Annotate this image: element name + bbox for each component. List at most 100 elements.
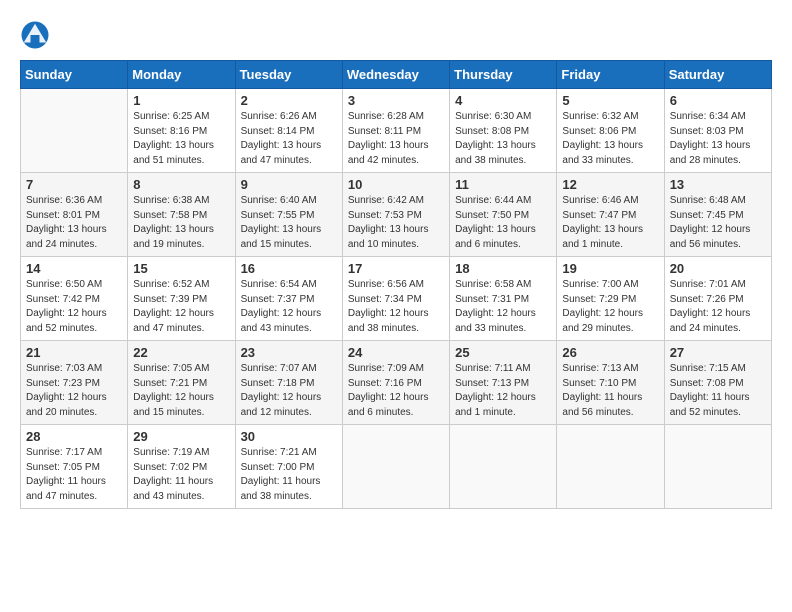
day-detail: Sunrise: 6:36 AM Sunset: 8:01 PM Dayligh… [26, 194, 122, 252]
day-number: 17 [348, 261, 444, 276]
calendar-cell [342, 425, 449, 509]
day-detail: Sunrise: 6:52 AM Sunset: 7:39 PM Dayligh… [133, 278, 229, 336]
day-number: 7 [26, 177, 122, 192]
day-number: 30 [241, 429, 337, 444]
day-detail: Sunrise: 7:11 AM Sunset: 7:13 PM Dayligh… [455, 362, 551, 420]
calendar-cell: 24Sunrise: 7:09 AM Sunset: 7:16 PM Dayli… [342, 341, 449, 425]
calendar-cell: 12 Sunrise: 6:46 AM Sunset: 7:47 PM Dayli… [557, 173, 664, 257]
day-detail: Sunrise: 7:15 AM Sunset: 7:08 PM Dayligh… [670, 362, 766, 420]
calendar-cell: 19Sunrise: 7:00 AM Sunset: 7:29 PM Dayli… [557, 257, 664, 341]
day-detail: Sunrise: 6:42 AM Sunset: 7:53 PM Dayligh… [348, 194, 444, 252]
calendar-cell: 4Sunrise: 6:30 AM Sunset: 8:08 PM Daylig… [450, 89, 557, 173]
calendar-cell: 5 Sunrise: 6:32 AM Sunset: 8:06 PM Daylig… [557, 89, 664, 173]
calendar-cell: 2 Sunrise: 6:26 AM Sunset: 8:14 PM Daylig… [235, 89, 342, 173]
day-number: 24 [348, 345, 444, 360]
calendar-cell: 7 Sunrise: 6:36 AM Sunset: 8:01 PM Daylig… [21, 173, 128, 257]
calendar-cell: 27 Sunrise: 7:15 AM Sunset: 7:08 PM Dayli… [664, 341, 771, 425]
day-number: 10 [348, 177, 444, 192]
calendar-cell [664, 425, 771, 509]
day-number: 23 [241, 345, 337, 360]
calendar-cell: 28 Sunrise: 7:17 AM Sunset: 7:05 PM Dayli… [21, 425, 128, 509]
day-number: 1 [133, 93, 229, 108]
day-detail: Sunrise: 6:56 AM Sunset: 7:34 PM Dayligh… [348, 278, 444, 336]
day-detail: Sunrise: 7:21 AM Sunset: 7:00 PM Dayligh… [241, 446, 337, 504]
day-detail: Sunrise: 6:32 AM Sunset: 8:06 PM Dayligh… [562, 110, 658, 168]
day-number: 2 [241, 93, 337, 108]
day-detail: Sunrise: 7:07 AM Sunset: 7:18 PM Dayligh… [241, 362, 337, 420]
day-number: 26 [562, 345, 658, 360]
day-number: 16 [241, 261, 337, 276]
col-header-monday: Monday [128, 61, 235, 89]
day-detail: Sunrise: 7:13 AM Sunset: 7:10 PM Dayligh… [562, 362, 658, 420]
calendar-cell: 25 Sunrise: 7:11 AM Sunset: 7:13 PM Dayli… [450, 341, 557, 425]
calendar-cell: 16 Sunrise: 6:54 AM Sunset: 7:37 PM Dayli… [235, 257, 342, 341]
calendar-cell: 1Sunrise: 6:25 AM Sunset: 8:16 PM Daylig… [128, 89, 235, 173]
week-row-2: 7 Sunrise: 6:36 AM Sunset: 8:01 PM Daylig… [21, 173, 772, 257]
calendar-cell: 26 Sunrise: 7:13 AM Sunset: 7:10 PM Dayli… [557, 341, 664, 425]
day-detail: Sunrise: 6:44 AM Sunset: 7:50 PM Dayligh… [455, 194, 551, 252]
day-number: 28 [26, 429, 122, 444]
day-detail: Sunrise: 7:01 AM Sunset: 7:26 PM Dayligh… [670, 278, 766, 336]
calendar-cell: 10 Sunrise: 6:42 AM Sunset: 7:53 PM Dayli… [342, 173, 449, 257]
day-detail: Sunrise: 6:26 AM Sunset: 8:14 PM Dayligh… [241, 110, 337, 168]
calendar-cell: 17 Sunrise: 6:56 AM Sunset: 7:34 PM Dayli… [342, 257, 449, 341]
day-detail: Sunrise: 6:46 AM Sunset: 7:47 PM Dayligh… [562, 194, 658, 252]
calendar-cell: 29Sunrise: 7:19 AM Sunset: 7:02 PM Dayli… [128, 425, 235, 509]
day-detail: Sunrise: 6:58 AM Sunset: 7:31 PM Dayligh… [455, 278, 551, 336]
calendar-cell: 9 Sunrise: 6:40 AM Sunset: 7:55 PM Daylig… [235, 173, 342, 257]
week-row-4: 21 Sunrise: 7:03 AM Sunset: 7:23 PM Dayli… [21, 341, 772, 425]
calendar-cell: 22 Sunrise: 7:05 AM Sunset: 7:21 PM Dayli… [128, 341, 235, 425]
day-number: 5 [562, 93, 658, 108]
week-row-3: 14 Sunrise: 6:50 AM Sunset: 7:42 PM Dayli… [21, 257, 772, 341]
day-detail: Sunrise: 7:03 AM Sunset: 7:23 PM Dayligh… [26, 362, 122, 420]
day-number: 14 [26, 261, 122, 276]
calendar-cell: 20Sunrise: 7:01 AM Sunset: 7:26 PM Dayli… [664, 257, 771, 341]
day-detail: Sunrise: 6:40 AM Sunset: 7:55 PM Dayligh… [241, 194, 337, 252]
calendar-cell [557, 425, 664, 509]
calendar-cell: 30 Sunrise: 7:21 AM Sunset: 7:00 PM Dayli… [235, 425, 342, 509]
day-number: 12 [562, 177, 658, 192]
calendar-cell: 13Sunrise: 6:48 AM Sunset: 7:45 PM Dayli… [664, 173, 771, 257]
calendar-cell [450, 425, 557, 509]
calendar-header-row: SundayMondayTuesdayWednesdayThursdayFrid… [21, 61, 772, 89]
day-number: 18 [455, 261, 551, 276]
day-number: 13 [670, 177, 766, 192]
day-detail: Sunrise: 6:38 AM Sunset: 7:58 PM Dayligh… [133, 194, 229, 252]
day-number: 9 [241, 177, 337, 192]
day-number: 6 [670, 93, 766, 108]
page-header [20, 20, 772, 50]
week-row-1: 1Sunrise: 6:25 AM Sunset: 8:16 PM Daylig… [21, 89, 772, 173]
calendar-cell: 8 Sunrise: 6:38 AM Sunset: 7:58 PM Daylig… [128, 173, 235, 257]
calendar-cell: 21 Sunrise: 7:03 AM Sunset: 7:23 PM Dayli… [21, 341, 128, 425]
day-detail: Sunrise: 6:54 AM Sunset: 7:37 PM Dayligh… [241, 278, 337, 336]
logo [20, 20, 54, 50]
day-number: 8 [133, 177, 229, 192]
calendar-cell: 15Sunrise: 6:52 AM Sunset: 7:39 PM Dayli… [128, 257, 235, 341]
day-number: 19 [562, 261, 658, 276]
day-detail: Sunrise: 6:50 AM Sunset: 7:42 PM Dayligh… [26, 278, 122, 336]
day-detail: Sunrise: 6:30 AM Sunset: 8:08 PM Dayligh… [455, 110, 551, 168]
calendar-cell: 14 Sunrise: 6:50 AM Sunset: 7:42 PM Dayli… [21, 257, 128, 341]
calendar-cell [21, 89, 128, 173]
day-detail: Sunrise: 6:28 AM Sunset: 8:11 PM Dayligh… [348, 110, 444, 168]
day-number: 3 [348, 93, 444, 108]
col-header-wednesday: Wednesday [342, 61, 449, 89]
day-detail: Sunrise: 6:34 AM Sunset: 8:03 PM Dayligh… [670, 110, 766, 168]
calendar-cell: 11 Sunrise: 6:44 AM Sunset: 7:50 PM Dayli… [450, 173, 557, 257]
calendar-cell: 6 Sunrise: 6:34 AM Sunset: 8:03 PM Daylig… [664, 89, 771, 173]
day-detail: Sunrise: 7:17 AM Sunset: 7:05 PM Dayligh… [26, 446, 122, 504]
day-number: 29 [133, 429, 229, 444]
day-number: 25 [455, 345, 551, 360]
col-header-sunday: Sunday [21, 61, 128, 89]
col-header-friday: Friday [557, 61, 664, 89]
calendar-cell: 18 Sunrise: 6:58 AM Sunset: 7:31 PM Dayli… [450, 257, 557, 341]
week-row-5: 28 Sunrise: 7:17 AM Sunset: 7:05 PM Dayli… [21, 425, 772, 509]
day-number: 22 [133, 345, 229, 360]
day-number: 11 [455, 177, 551, 192]
day-detail: Sunrise: 7:05 AM Sunset: 7:21 PM Dayligh… [133, 362, 229, 420]
day-number: 27 [670, 345, 766, 360]
col-header-thursday: Thursday [450, 61, 557, 89]
day-number: 21 [26, 345, 122, 360]
logo-icon [20, 20, 50, 50]
calendar-cell: 23 Sunrise: 7:07 AM Sunset: 7:18 PM Dayli… [235, 341, 342, 425]
